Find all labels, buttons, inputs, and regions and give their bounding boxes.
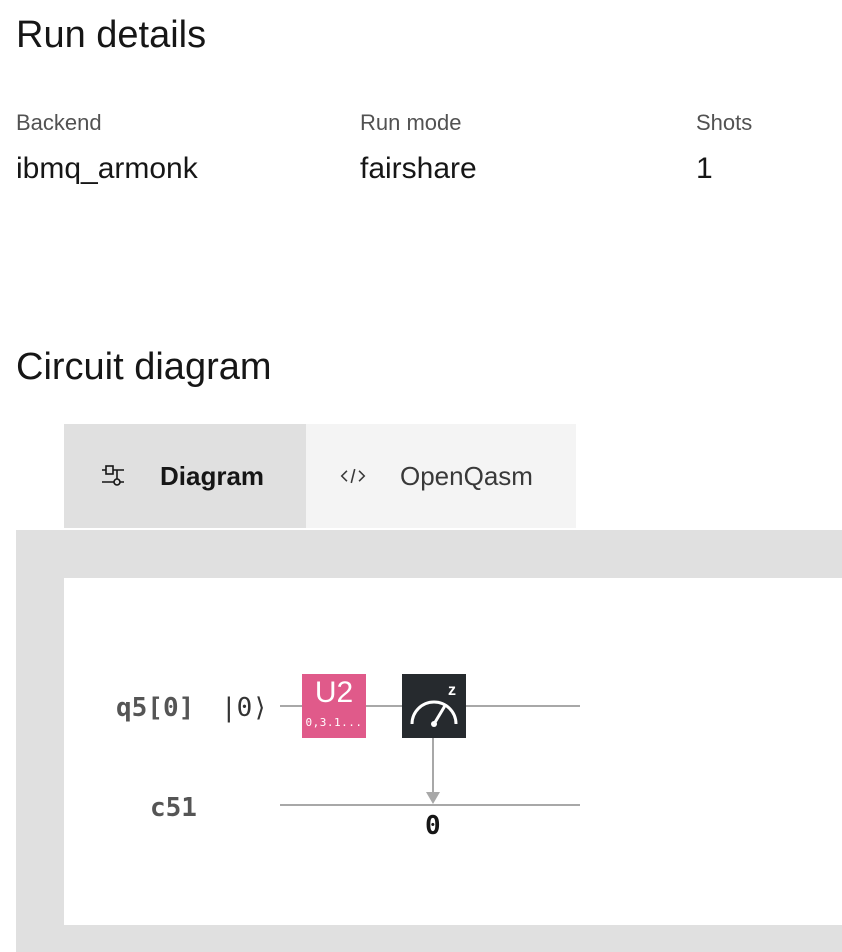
- tab-diagram-label: Diagram: [160, 460, 265, 491]
- qubit-label: q5[0]: [116, 693, 195, 723]
- run-mode-value: fairshare: [360, 152, 477, 185]
- backend-value: ibmq_armonk: [16, 152, 198, 185]
- shots-value: 1: [696, 152, 713, 185]
- circuit-view-tabs: Diagram OpenQasm: [64, 424, 576, 528]
- measure-basis-label: z: [448, 682, 456, 699]
- backend-label: Backend: [16, 110, 102, 135]
- u2-gate-params: 0,3.1...: [305, 717, 363, 728]
- u2-gate-name: U2: [314, 676, 354, 709]
- circuit-diagram-title: Circuit diagram: [16, 346, 272, 388]
- diagram-canvas: [64, 578, 842, 925]
- run-mode-detail: Run mode fairshare: [360, 112, 477, 184]
- measure-connector-arrow: [426, 738, 440, 804]
- backend-detail: Backend ibmq_armonk: [16, 112, 198, 184]
- run-mode-label: Run mode: [360, 110, 462, 135]
- measure-z-icon: z: [410, 682, 458, 727]
- u2-gate[interactable]: U2 0,3.1...: [302, 674, 366, 738]
- run-details-title: Run details: [16, 14, 207, 56]
- tab-diagram[interactable]: Diagram: [64, 424, 306, 528]
- classical-register-label: c51: [150, 793, 197, 823]
- circuit-icon: [100, 463, 126, 489]
- classical-bit-index: 0: [425, 811, 441, 841]
- shots-label: Shots: [696, 110, 753, 135]
- measure-gate[interactable]: z: [402, 674, 466, 738]
- tab-openqasm-label: OpenQasm: [400, 460, 533, 491]
- shots-detail: Shots 1: [696, 112, 752, 184]
- tab-openqasm[interactable]: OpenQasm: [306, 424, 576, 528]
- initial-state-ket: |0⟩: [221, 693, 268, 723]
- code-icon: [340, 463, 366, 489]
